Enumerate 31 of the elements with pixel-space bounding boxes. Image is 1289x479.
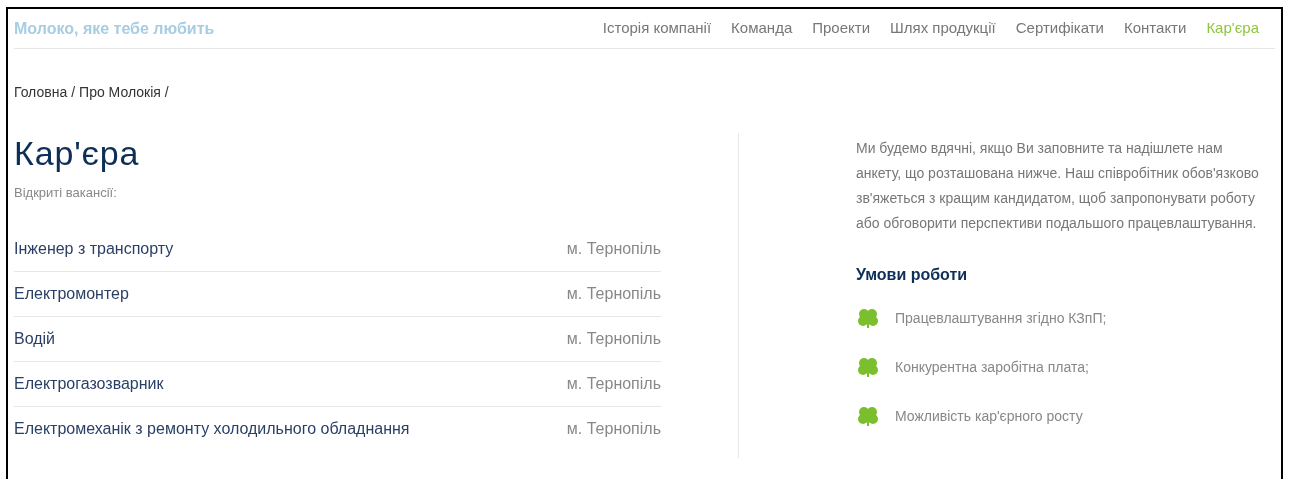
section-subtitle: Відкриті вакансії: xyxy=(14,184,118,202)
vacancy-link[interactable]: Водій xyxy=(14,326,56,351)
clover-icon xyxy=(856,356,881,378)
page-title: Кар'єра xyxy=(14,133,141,173)
condition-text: Працевлаштування згідно КЗпП; xyxy=(895,308,1107,328)
nav-link[interactable]: Історія компанії xyxy=(602,17,712,40)
nav-link[interactable]: Шлях продукції xyxy=(890,17,996,40)
site-tagline: Молоко, яке тебе любить xyxy=(14,18,215,39)
vacancy-city: м. Тернопіль xyxy=(566,238,661,259)
breadcrumb-separator: / xyxy=(71,83,76,102)
clover-icon xyxy=(856,307,881,329)
nav-link[interactable]: Сертифікати xyxy=(1015,17,1104,40)
vacancy-city: м. Тернопіль xyxy=(566,283,661,304)
breadcrumb-separator: / xyxy=(164,83,169,102)
condition-text: Можливість кар'єрного росту xyxy=(895,406,1083,426)
vacancy-city: м. Тернопіль xyxy=(566,419,661,439)
vacancy-link[interactable]: Електромеханік з ремонту холодильного обладнання xyxy=(14,417,410,441)
vacancy-link[interactable]: Електромонтер xyxy=(14,281,129,306)
vacancy-city: м. Тернопіль xyxy=(566,373,661,394)
breadcrumb-link[interactable]: Головна xyxy=(14,82,68,103)
vacancy-city: м. Тернопіль xyxy=(566,328,661,349)
nav-link[interactable]: Проекти xyxy=(812,17,871,40)
breadcrumb-link[interactable]: Про Молокія xyxy=(79,82,161,103)
vacancy-link[interactable]: Інженер з транспорту xyxy=(14,236,174,261)
vacancy-link[interactable]: Електрогазозварник xyxy=(14,371,164,396)
conditions-heading: Умови роботи xyxy=(856,265,969,285)
nav-link[interactable]: Команда xyxy=(731,17,793,40)
intro-paragraph: Ми будемо вдячні, якщо Ви заповните та надішлете нам анкету, що розташована нижче. Наш співробітник обов'язково зв'яжеться з кращим кандидатом, щоб запропонувати роботу або обговорити перспективи подальшого працевлаштування. xyxy=(856,139,1260,233)
nav-link[interactable]: Контакти xyxy=(1124,17,1187,40)
condition-text: Конкурентна заробітна плата; xyxy=(895,357,1089,377)
clover-icon xyxy=(856,405,881,427)
